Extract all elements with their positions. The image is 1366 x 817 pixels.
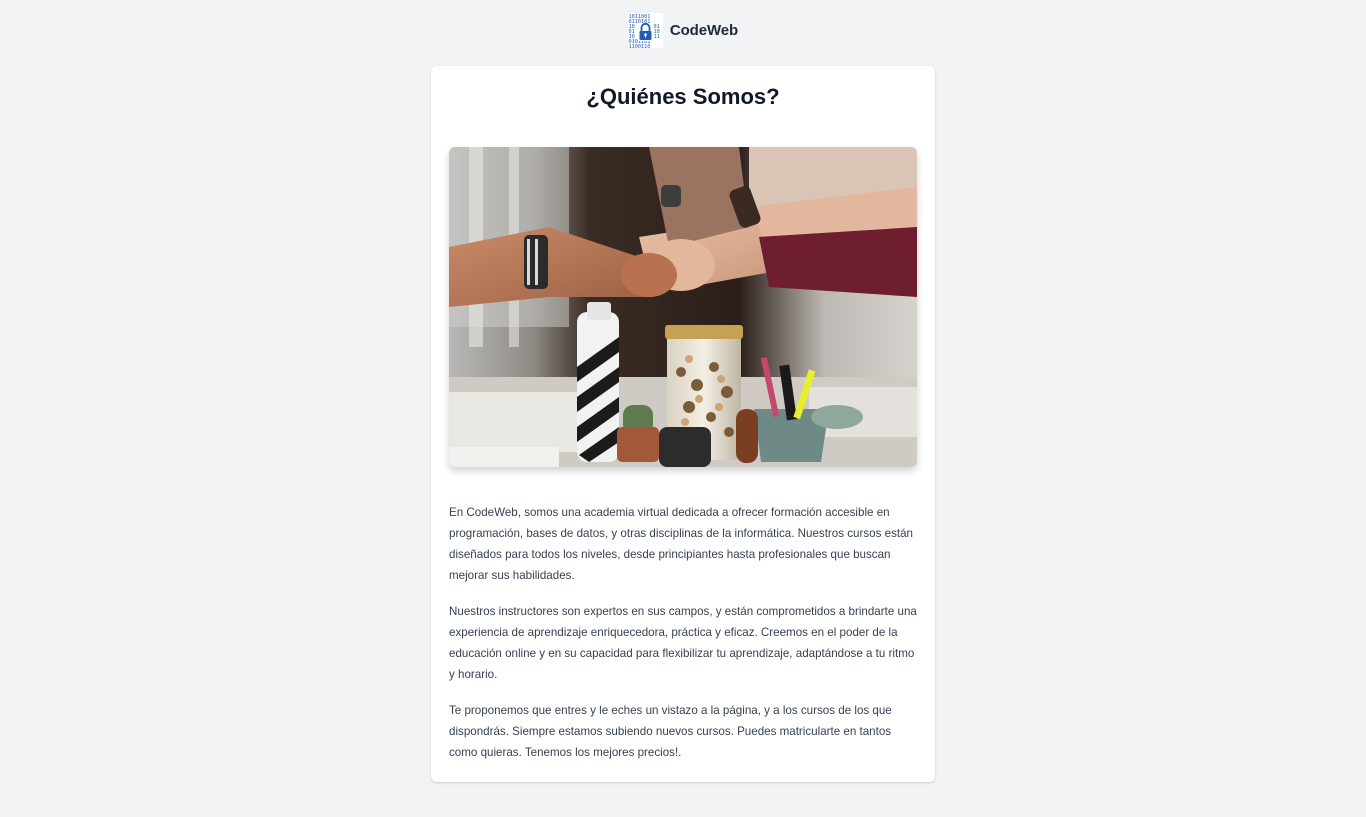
about-paragraph-2: Nuestros instructores son expertos en su… [449,605,917,681]
about-text: En CodeWeb, somos una academia virtual d… [449,502,919,778]
svg-text:1100110: 1100110 [628,44,650,48]
svg-text:11: 11 [653,34,659,40]
about-paragraph-1: En CodeWeb, somos una academia virtual d… [449,506,913,582]
site-header: 1011001 0110101 10 01 01 10 10 11 0101101 1… [0,0,1366,60]
about-card: ¿Quiénes Somos? En CodeWeb, somos una ac… [431,66,935,782]
home-logo-link[interactable]: 1011001 0110101 10 01 01 10 10 11 0101101 1… [627,12,739,48]
team-fist-bump-photo [449,147,917,467]
about-paragraph-3: Te proponemos que entres y le eches un v… [449,704,892,759]
page-title: ¿Quiénes Somos? [586,84,780,109]
brand-name: CodeWeb [669,21,739,39]
binary-lock-icon: 1011001 0110101 10 01 01 10 10 11 0101101 1… [627,12,663,48]
